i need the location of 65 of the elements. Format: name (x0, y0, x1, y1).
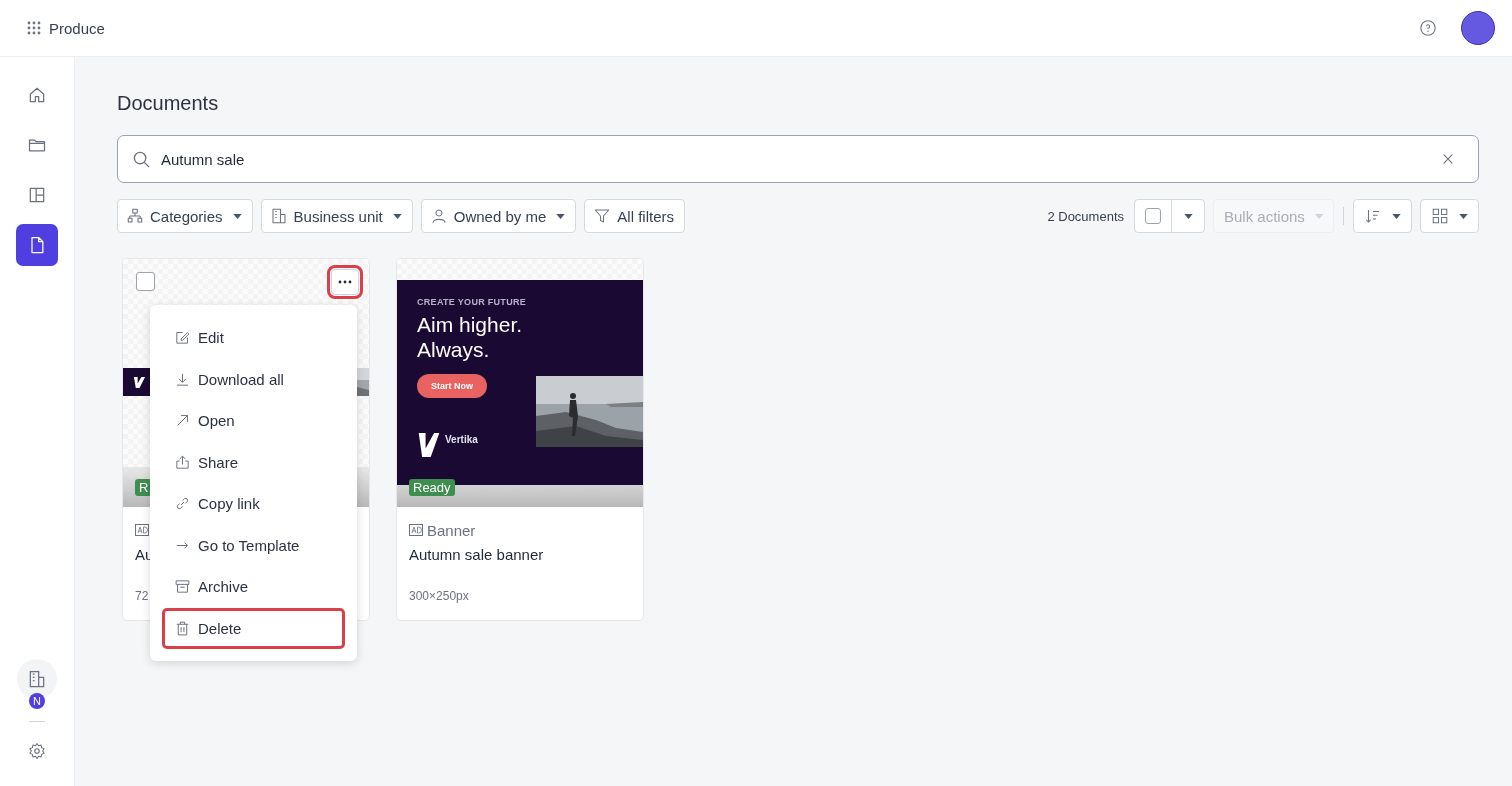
menu-item[interactable]: Edit (162, 317, 345, 359)
share-icon (174, 453, 191, 471)
caret-icon (392, 213, 402, 219)
building-icon (269, 207, 288, 225)
ad-icon (135, 524, 149, 536)
user-avatar[interactable] (1461, 11, 1495, 45)
caret-icon (1392, 213, 1401, 219)
document-size: 72 (135, 589, 150, 603)
caret-icon[interactable] (1183, 213, 1193, 219)
help-icon[interactable] (1419, 19, 1437, 37)
document-count: 2 Documents (1047, 208, 1124, 224)
clear-icon[interactable] (1442, 153, 1454, 165)
logo-icon (133, 375, 146, 389)
pencil-icon (174, 329, 191, 347)
settings-icon[interactable] (28, 742, 46, 760)
search-icon (132, 149, 151, 169)
ad-icon (409, 524, 423, 536)
apps-grid-icon[interactable] (27, 21, 41, 35)
document-nav-button[interactable] (16, 224, 58, 266)
page-title: Documents (117, 92, 220, 115)
user-icon (429, 207, 448, 225)
banner-eyebrow: CREATE YOUR FUTURE (417, 297, 528, 307)
brand-name: Vertika (445, 433, 478, 445)
caret-icon (232, 213, 242, 219)
workspace-badge: N (29, 693, 45, 709)
status-badge: Ready (409, 479, 455, 496)
hierarchy-icon (126, 207, 144, 225)
home-icon (27, 85, 47, 105)
search-input[interactable]: Autumn sale (159, 149, 1434, 169)
menu-item[interactable]: Download all (162, 358, 345, 400)
layout-icon (27, 185, 47, 205)
select-all-checkbox[interactable] (1145, 208, 1161, 224)
grid-view-icon (1431, 207, 1449, 225)
search-field[interactable]: Autumn sale (117, 135, 1479, 183)
filter-button[interactable]: Business unit (260, 199, 413, 233)
banner-headline: Aim higher. (417, 312, 524, 337)
caret-icon (1314, 213, 1323, 219)
filter-icon (593, 207, 612, 225)
card-checkbox[interactable] (136, 272, 155, 291)
menu-item[interactable]: Share (162, 441, 345, 483)
banner-headline: Always. (417, 337, 491, 362)
document-size: 300×250px (409, 589, 470, 603)
banner-cta: Start Now (417, 374, 487, 398)
archive-box-icon (174, 578, 191, 596)
sort-button[interactable] (1353, 199, 1412, 233)
app-name: Produce (49, 19, 105, 37)
document-title: Autumn sale banner (409, 546, 545, 563)
more-icon (338, 280, 352, 284)
logo-icon (417, 431, 441, 459)
filter-button[interactable]: Owned by me (420, 199, 577, 233)
caret-icon (1459, 213, 1468, 219)
menu-item[interactable]: Copy link (162, 483, 345, 525)
menu-item[interactable]: Archive (162, 566, 345, 608)
menu-item[interactable]: Delete (162, 607, 345, 649)
filter-button[interactable]: Categories (117, 199, 253, 233)
caret-icon (556, 213, 566, 219)
document-type: Banner (427, 521, 476, 539)
menu-item[interactable]: Go to Template (162, 524, 345, 566)
sort-icon (1364, 207, 1382, 225)
view-toggle-button[interactable] (1420, 199, 1479, 233)
filter-button[interactable]: All filters (584, 199, 685, 233)
menu-item[interactable]: Open (162, 400, 345, 442)
trash-icon (174, 619, 191, 637)
document-card[interactable]: CREATE YOUR FUTURE Aim higher. Always. Start Now Vertika Ready Banner Autumn sale banner 300×250px (396, 258, 644, 621)
building-icon[interactable] (27, 669, 47, 689)
